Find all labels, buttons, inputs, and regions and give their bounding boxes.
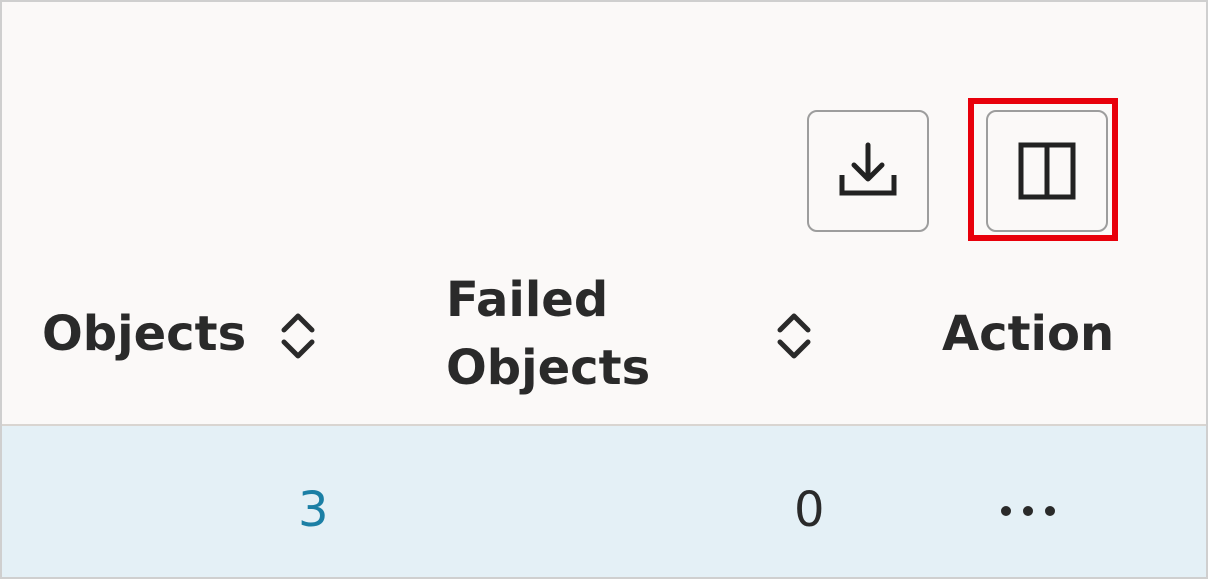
- failed-objects-count: 0: [794, 482, 825, 538]
- column-panel-button[interactable]: [986, 110, 1108, 232]
- more-horizontal-icon: [1001, 506, 1055, 516]
- export-button[interactable]: [807, 110, 929, 232]
- sort-failed-objects-icon[interactable]: [774, 308, 814, 364]
- column-panel-icon: [1018, 142, 1076, 200]
- row-actions-button[interactable]: [982, 486, 1082, 536]
- table-row[interactable]: 3 0: [2, 426, 1206, 577]
- column-header-failed-line2[interactable]: Objects: [446, 336, 650, 400]
- sort-objects-icon[interactable]: [278, 308, 318, 364]
- column-header-failed-line1[interactable]: Failed: [446, 268, 608, 332]
- column-header-action: Action: [942, 306, 1115, 362]
- objects-count-link[interactable]: 3: [298, 478, 329, 542]
- column-header-objects[interactable]: Objects: [42, 302, 246, 366]
- download-icon: [839, 142, 897, 196]
- table-panel: Objects Failed Objects Action 3 0: [0, 0, 1208, 579]
- table-header-row: Objects Failed Objects Action: [2, 252, 1206, 424]
